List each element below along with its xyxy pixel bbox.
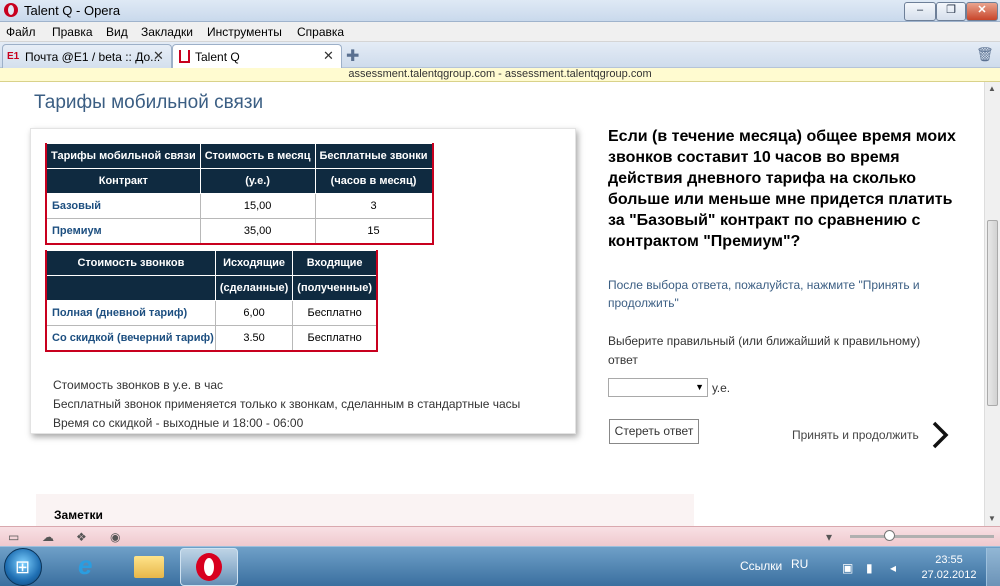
note-line: Бесплатный звонок применяется только к з… xyxy=(53,397,521,411)
table-subheader: (сделанные) xyxy=(214,275,294,301)
window-title-bar: Talent Q - Opera – ❐ ✕ xyxy=(0,0,1000,22)
window-title: Talent Q - Opera xyxy=(24,3,121,18)
table-cell: Полная (дневной тариф) xyxy=(45,300,216,326)
minimize-button[interactable]: – xyxy=(904,2,936,21)
zoom-slider-track[interactable] xyxy=(850,535,994,538)
talentq-favicon-icon xyxy=(179,50,190,63)
notes-text: Стоимость звонков в у.е. в час Бесплатны… xyxy=(53,376,520,433)
table-row: Полная (дневной тариф) 6,00 Бесплатно xyxy=(45,300,378,326)
tab-mail-label: Почта @E1 / beta :: До... xyxy=(25,50,161,64)
table-subheader: (у.е.) xyxy=(199,168,316,194)
table-header: Исходящие xyxy=(214,250,294,276)
unit-label: у.е. xyxy=(712,381,731,395)
view-zoom-icon[interactable]: ▾ xyxy=(826,530,832,544)
scroll-up-icon[interactable]: ▲ xyxy=(988,84,996,93)
scroll-thumb[interactable] xyxy=(987,220,998,406)
menu-file[interactable]: Файл xyxy=(6,25,36,39)
opera-logo-icon xyxy=(4,3,18,17)
instruction-text: После выбора ответа, пожалуйста, нажмите… xyxy=(608,278,920,310)
answer-select[interactable]: ▼ xyxy=(608,378,708,397)
clock-date: 27.02.2012 xyxy=(921,569,977,581)
battery-icon[interactable]: ▮ xyxy=(866,561,873,575)
table-subheader xyxy=(45,275,216,301)
accept-continue-button[interactable]: Принять и продолжить xyxy=(792,428,919,442)
zoom-slider-handle[interactable] xyxy=(884,530,895,541)
e1-favicon-icon: E1 xyxy=(7,51,20,62)
table-cell: Бесплатно xyxy=(292,300,378,326)
tab-bar: E1 Почта @E1 / beta :: До... ✕ Talent Q … xyxy=(0,42,1000,69)
opera-icon xyxy=(196,553,222,581)
table-header: Тарифы мобильной связи xyxy=(45,143,201,169)
volume-muted-icon[interactable]: ◂ xyxy=(890,561,896,575)
table-subheader: (часов в месяц) xyxy=(314,168,434,194)
dropdown-arrow-icon: ▼ xyxy=(695,382,704,392)
table-cell: Со скидкой (вечерний тариф) xyxy=(45,325,216,352)
menu-help[interactable]: Справка xyxy=(297,25,344,39)
turbo-icon[interactable]: ◉ xyxy=(110,530,120,544)
question-text: Если (в течение месяца) общее время моих… xyxy=(608,128,956,250)
page-title: Тарифы мобильной связи xyxy=(34,92,264,113)
table-row: Со скидкой (вечерний тариф) 3.50 Бесплат… xyxy=(45,325,378,352)
call-cost-table: Стоимость звонков Исходящие Входящие (сд… xyxy=(45,250,378,352)
erase-answer-button[interactable]: Стереть ответ xyxy=(609,419,699,444)
table-cell: 6,00 xyxy=(214,300,294,326)
table-cell: Премиум xyxy=(45,218,201,245)
table-cell: Бесплатно xyxy=(292,325,378,352)
tab-close-icon[interactable]: ✕ xyxy=(153,48,164,64)
chevron-right-icon[interactable] xyxy=(930,420,950,450)
panel-toggle-icon[interactable]: ▭ xyxy=(8,530,19,544)
unite-cloud-icon[interactable]: ☁ xyxy=(42,530,54,544)
taskbar-opera-button[interactable] xyxy=(180,548,238,586)
table-row: Базовый 15,00 3 xyxy=(45,193,434,219)
menu-bar: Файл Правка Вид Закладки Инструменты Спр… xyxy=(0,22,1000,42)
unite-share-icon[interactable]: ❖ xyxy=(76,530,87,544)
table-header: Входящие xyxy=(292,250,378,276)
note-line: Время со скидкой - выходные и 18:00 - 06… xyxy=(53,416,304,430)
menu-edit[interactable]: Правка xyxy=(52,25,93,39)
table-cell: 3 xyxy=(314,193,434,219)
table-cell: 15,00 xyxy=(199,193,316,219)
address-display[interactable]: assessment.talentqgroup.com - assessment… xyxy=(0,68,1000,82)
scroll-down-icon[interactable]: ▼ xyxy=(988,514,996,523)
tab-mail[interactable]: E1 Почта @E1 / beta :: До... ✕ xyxy=(2,44,172,69)
note-line: Стоимость звонков в у.е. в час xyxy=(53,378,224,392)
table-header: Бесплатные звонки xyxy=(314,143,434,169)
table-cell: 35,00 xyxy=(199,218,316,245)
language-indicator[interactable]: RU xyxy=(791,557,808,571)
table-subheader: Контракт xyxy=(45,168,201,194)
tariff-table: Тарифы мобильной связи Стоимость в месяц… xyxy=(45,143,434,245)
taskbar-explorer-button[interactable] xyxy=(122,548,178,584)
table-cell: 15 xyxy=(314,218,434,245)
new-tab-plus-icon[interactable]: ✚ xyxy=(346,46,359,66)
notes-section-title: Заметки xyxy=(54,508,103,522)
table-cell: Базовый xyxy=(45,193,201,219)
tab-close-icon[interactable]: ✕ xyxy=(323,48,334,64)
table-cell: 3.50 xyxy=(214,325,294,352)
table-header: Стоимость в месяц xyxy=(199,143,316,169)
menu-view[interactable]: Вид xyxy=(106,25,128,39)
start-button[interactable]: ⊞ xyxy=(4,548,42,586)
close-button[interactable]: ✕ xyxy=(966,2,998,21)
vertical-scrollbar[interactable]: ▲ ▼ xyxy=(984,82,1000,526)
menu-bookmarks[interactable]: Закладки xyxy=(141,25,193,39)
tab-talentq-label: Talent Q xyxy=(195,50,240,64)
show-desktop-button[interactable] xyxy=(986,548,1000,586)
taskbar-ie-button[interactable]: e xyxy=(62,548,118,584)
maximize-button[interactable]: ❐ xyxy=(936,2,966,21)
trash-icon[interactable]: 🗑 xyxy=(976,46,994,63)
menu-tools[interactable]: Инструменты xyxy=(207,25,282,39)
table-subheader: (полученные) xyxy=(292,275,378,301)
tab-talentq[interactable]: Talent Q ✕ xyxy=(172,44,342,69)
folder-icon xyxy=(134,556,164,578)
network-icon[interactable]: ▣ xyxy=(842,561,853,575)
clock-time: 23:55 xyxy=(935,554,963,566)
table-row: Премиум 35,00 15 xyxy=(45,218,434,245)
table-header: Стоимость звонков xyxy=(45,250,216,276)
select-label: Выберите правильный (или ближайший к пра… xyxy=(608,334,921,367)
ie-icon: e xyxy=(78,550,93,580)
system-clock[interactable]: 23:55 27.02.2012 xyxy=(920,553,978,583)
links-toolbar[interactable]: Ссылки xyxy=(740,559,782,573)
windows-logo-icon: ⊞ xyxy=(15,557,31,577)
